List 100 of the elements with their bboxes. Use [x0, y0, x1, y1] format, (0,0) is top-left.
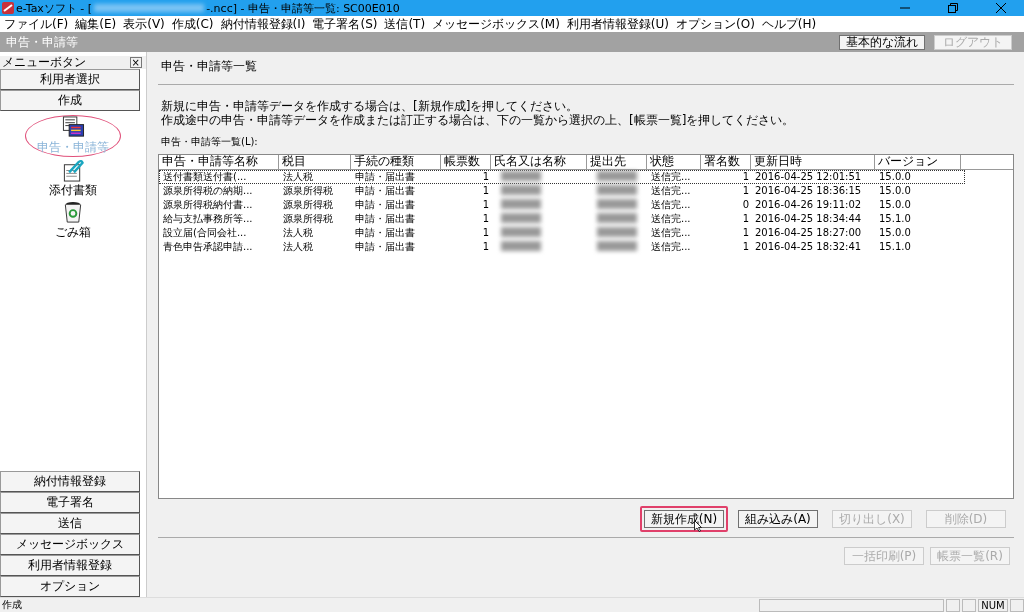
- status-pane: [1010, 598, 1024, 612]
- restore-icon[interactable]: [948, 3, 958, 13]
- menu-item[interactable]: オプション(O): [676, 15, 755, 33]
- table-cell: 法人税: [283, 227, 313, 239]
- blurred-text: [597, 227, 637, 237]
- table-cell: 15.1.0: [879, 241, 911, 253]
- blurred-text: [501, 199, 541, 209]
- table-cell: 法人税: [283, 241, 313, 253]
- table-cell: 法人税: [283, 171, 313, 183]
- instruction-text: 新規に申告・申請等データを作成する場合は、[新規作成]を押してください。: [161, 99, 580, 113]
- menu-item[interactable]: 納付情報登録(I): [220, 15, 306, 33]
- table-cell: 2016-04-25 18:36:15: [755, 185, 862, 197]
- menu-item[interactable]: ファイル(F): [4, 15, 69, 33]
- window-title: -.ncc] - 申告・申請等一覧: SC00E010: [206, 0, 400, 16]
- table-cell: 15.0.0: [879, 185, 911, 197]
- table-cell: 1: [742, 241, 749, 253]
- column-header[interactable]: 氏名又は名称: [491, 155, 587, 169]
- menu-item[interactable]: 編集(E): [75, 15, 117, 33]
- table-cell: 1: [742, 213, 749, 225]
- action-button[interactable]: 組み込み(A): [738, 510, 818, 528]
- table-cell: 送信完...: [651, 227, 691, 239]
- blurred-text: [597, 241, 637, 251]
- column-header[interactable]: 帳票数: [441, 155, 491, 169]
- table-cell: 送付書類送付書(...: [163, 171, 247, 183]
- table-row[interactable]: 給与支払事務所等... 源泉所得税 申請・届出書 1 送信完... 1 2016-04-25 18:34:44 15.1.0: [159, 212, 965, 226]
- column-header[interactable]: 提出先: [587, 155, 647, 169]
- menu-item[interactable]: 送信(T): [384, 15, 426, 33]
- table-row[interactable]: 源泉所得税の納期... 源泉所得税 申請・届出書 1 送信完... 1 2016-04-25 18:36:15 15.0.0: [159, 184, 965, 198]
- column-header[interactable]: 手続の種類: [351, 155, 441, 169]
- blurred-text: [597, 213, 637, 223]
- table-cell: 1: [742, 227, 749, 239]
- table-cell: 申請・届出書: [355, 213, 415, 225]
- paperclip-document-icon: [61, 159, 85, 182]
- close-icon[interactable]: [996, 3, 1006, 13]
- menu-button[interactable]: メッセージボックス: [0, 534, 140, 555]
- forms-icon: [61, 116, 85, 139]
- instruction-text: 作成途中の申告・申請等データを作成または訂正する場合は、下の一覧から選択の上、[帳票一覧]を押してください。: [161, 113, 796, 127]
- blurred-text: [597, 185, 637, 195]
- table-cell: 1: [482, 241, 489, 253]
- menu-item[interactable]: メッセージボックス(M): [432, 15, 560, 33]
- table-row[interactable]: 設立届(合同会社... 法人税 申請・届出書 1 送信完... 1 2016-04-25 18:27:00 15.0.0: [159, 226, 965, 240]
- menu-button[interactable]: 電子署名: [0, 492, 140, 513]
- table-row[interactable]: 源泉所得税納付書... 源泉所得税 申請・届出書 1 送信完... 0 2016-04-26 19:11:02 15.0.0: [159, 198, 965, 212]
- table-cell: 源泉所得税納付書...: [163, 199, 253, 211]
- menu-button[interactable]: 送信: [0, 513, 140, 534]
- table-cell: 15.0.0: [879, 227, 911, 239]
- table-cell: 申請・届出書: [355, 227, 415, 239]
- status-text: 作成: [2, 598, 22, 612]
- sidebar-item[interactable]: 添付書類: [26, 159, 120, 199]
- table-cell: 申請・届出書: [355, 185, 415, 197]
- table-cell: 1: [482, 185, 489, 197]
- table-cell: 設立届(合同会社...: [163, 227, 247, 239]
- table-cell: 送信完...: [651, 171, 691, 183]
- close-button[interactable]: ×: [129, 57, 142, 68]
- menu-item[interactable]: ヘルプ(H): [761, 15, 817, 33]
- menu-button[interactable]: 作成: [0, 90, 140, 111]
- page-title: 申告・申請等一覧: [160, 58, 258, 75]
- window-title: e-Taxソフト - [: [16, 0, 93, 16]
- table-cell: 1: [742, 185, 749, 197]
- menu-button[interactable]: 納付情報登録: [0, 471, 140, 492]
- status-indicator: NUM: [978, 598, 1008, 612]
- menu-item[interactable]: 電子署名(S): [312, 15, 378, 33]
- table-cell: 送信完...: [651, 241, 691, 253]
- table-cell: 1: [482, 213, 489, 225]
- column-header[interactable]: 更新日時: [751, 155, 875, 169]
- status-pane: [962, 598, 976, 612]
- table-cell: 1: [482, 199, 489, 211]
- table-cell: 2016-04-25 12:01:51: [755, 171, 862, 183]
- menu-item[interactable]: 表示(V): [123, 15, 165, 33]
- table-cell: 15.0.0: [879, 171, 911, 183]
- column-header[interactable]: 税目: [279, 155, 351, 169]
- menu-button[interactable]: 利用者選択: [0, 69, 140, 90]
- table-cell: 2016-04-25 18:34:44: [755, 213, 862, 225]
- sidebar-item[interactable]: ごみ箱: [26, 201, 120, 241]
- table-cell: 送信完...: [651, 199, 691, 211]
- column-header[interactable]: バージョン: [875, 155, 961, 169]
- header-button[interactable]: 基本的な流れ: [839, 34, 925, 50]
- table-cell: 2016-04-25 18:32:41: [755, 241, 862, 253]
- blurred-text: [501, 213, 541, 223]
- table-cell: 申請・届出書: [355, 171, 415, 183]
- menu-item[interactable]: 利用者情報登録(U): [566, 15, 669, 33]
- column-header[interactable]: 申告・申請等名称: [159, 155, 279, 169]
- table-cell: 1: [482, 171, 489, 183]
- action-button[interactable]: 新規作成(N): [644, 510, 724, 528]
- table-cell: 青色申告承認申請...: [163, 241, 253, 253]
- section-title: 申告・申請等: [6, 33, 78, 51]
- column-header[interactable]: 署名数: [701, 155, 751, 169]
- menu-item[interactable]: 作成(C): [171, 15, 214, 33]
- table-row[interactable]: 送付書類送付書(... 法人税 申請・届出書 1 送信完... 1 2016-04-25 12:01:51 15.0.0: [159, 170, 965, 184]
- table-cell: 2016-04-25 18:27:00: [755, 227, 862, 239]
- table-row[interactable]: 青色申告承認申請... 法人税 申請・届出書 1 送信完... 1 2016-04-25 18:32:41 15.1.0: [159, 240, 965, 254]
- list-label: 申告・申請等一覧(L):: [160, 135, 259, 149]
- table-cell: 給与支払事務所等...: [163, 213, 253, 225]
- table-cell: 源泉所得税の納期...: [163, 185, 253, 197]
- app-icon: [2, 2, 14, 14]
- menu-button[interactable]: オプション: [0, 576, 140, 597]
- column-header[interactable]: 状態: [647, 155, 701, 169]
- table-cell: 申請・届出書: [355, 199, 415, 211]
- menu-button[interactable]: 利用者情報登録: [0, 555, 140, 576]
- table-cell: 15.0.0: [879, 199, 911, 211]
